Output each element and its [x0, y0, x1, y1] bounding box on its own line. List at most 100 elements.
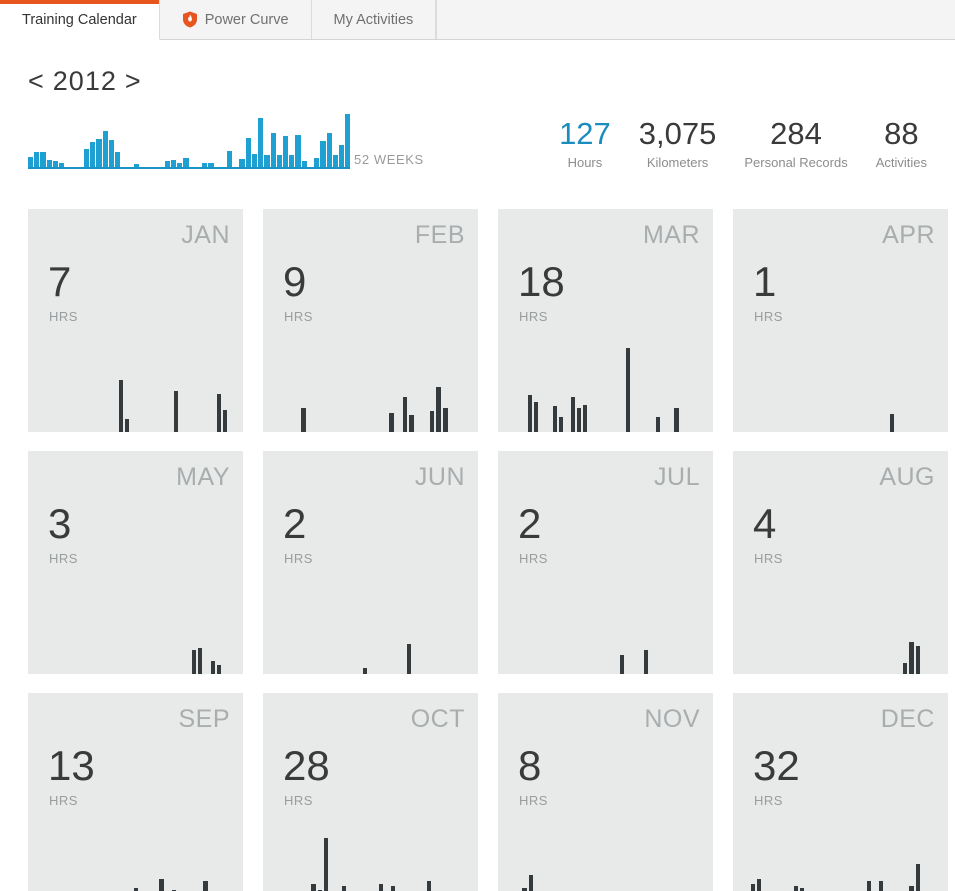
- next-year-button[interactable]: >: [125, 66, 142, 97]
- stat-personal-records: 284 Personal Records: [730, 117, 861, 171]
- month-daily-bar: [528, 395, 533, 432]
- sparkline-bar: [177, 162, 183, 167]
- month-hours-value: 9: [283, 258, 307, 305]
- month-daily-bar: [757, 879, 762, 891]
- month-hours-value: 2: [283, 500, 307, 547]
- month-daily-bar: [643, 650, 649, 674]
- month-hours-value: 32: [753, 742, 800, 789]
- sparkline-bar: [159, 165, 164, 167]
- stat-kilometers: 3,075 Kilometers: [625, 117, 731, 171]
- month-name-label: DEC: [880, 705, 935, 733]
- tab-power-curve[interactable]: Power Curve: [159, 0, 312, 39]
- month-daily-bar: [583, 405, 588, 432]
- month-name-label: FEB: [414, 221, 465, 249]
- month-daily-bar: [378, 883, 383, 891]
- month-card-dec[interactable]: DEC 32 HRS: [733, 693, 948, 891]
- month-daily-bars: [281, 806, 468, 891]
- month-card-jun[interactable]: JUN 2 HRS: [263, 451, 478, 674]
- stat-label: Hours: [567, 155, 603, 170]
- month-card-grid: JAN 7 HRS FEB 9 HRS MAR 18 HRS APR 1 HRS MAY 3 HRS JUN 2…: [28, 209, 948, 891]
- tab-training-calendar[interactable]: Training Calendar: [0, 0, 160, 40]
- month-daily-bar: [119, 380, 124, 432]
- tab-bar-filler: [436, 0, 955, 39]
- month-card-sep[interactable]: SEP 13 HRS: [28, 693, 243, 891]
- previous-year-button[interactable]: <: [28, 66, 45, 97]
- month-card-aug[interactable]: AUG 4 HRS: [733, 451, 948, 674]
- month-daily-bars: [46, 322, 233, 432]
- month-daily-bar: [222, 410, 227, 432]
- sparkline-bar: [289, 154, 295, 167]
- sparkline-bar: [171, 160, 177, 167]
- stat-activities: 88 Activities: [862, 117, 941, 171]
- sparkline-bar: [115, 152, 121, 167]
- month-daily-bars: [281, 564, 468, 674]
- month-daily-bar: [866, 881, 871, 891]
- sparkline-bar: [90, 142, 96, 167]
- month-card-apr[interactable]: APR 1 HRS: [733, 209, 948, 432]
- year-navigation: < 2012 >: [28, 66, 142, 97]
- sparkline-bar: [140, 165, 145, 167]
- month-daily-bar: [436, 386, 441, 432]
- month-daily-bar: [903, 663, 908, 674]
- month-daily-bar: [390, 885, 395, 891]
- sparkline-bars[interactable]: [28, 111, 351, 169]
- month-daily-bar: [570, 397, 575, 432]
- month-daily-bar: [311, 883, 316, 891]
- month-hours-value: 4: [753, 500, 777, 547]
- month-daily-bar: [625, 347, 630, 432]
- stat-label: Kilometers: [646, 155, 709, 170]
- sparkline-bar: [208, 162, 214, 167]
- month-daily-bar: [216, 394, 221, 432]
- sparkline-bar: [46, 160, 52, 167]
- month-card-jan[interactable]: JAN 7 HRS: [28, 209, 243, 432]
- weekly-sparkline-chart: 52 WEEKS: [28, 111, 424, 169]
- sparkline-bar: [133, 163, 139, 167]
- sparkline-bar: [332, 154, 338, 167]
- sparkline-bar: [338, 144, 345, 167]
- sparkline-bar: [34, 152, 40, 167]
- month-card-may[interactable]: MAY 3 HRS: [28, 451, 243, 674]
- month-daily-bar: [674, 408, 679, 432]
- month-daily-bar: [656, 416, 661, 432]
- tab-bar: Training Calendar Power Curve My Activit…: [0, 0, 955, 40]
- month-card-feb[interactable]: FEB 9 HRS: [263, 209, 478, 432]
- month-daily-bar: [915, 645, 920, 674]
- sparkline-bar: [52, 161, 59, 167]
- sparkline-bar: [202, 162, 208, 167]
- sparkline-bar: [227, 151, 233, 167]
- month-hours-value: 13: [48, 742, 95, 789]
- month-daily-bar: [362, 667, 368, 674]
- month-card-nov[interactable]: NOV 8 HRS: [498, 693, 713, 891]
- month-daily-bar: [889, 413, 894, 432]
- month-daily-bar: [558, 416, 563, 432]
- sparkline-bar: [72, 165, 77, 167]
- stats-row: 127 Hours 3,075 Kilometers 284 Personal …: [545, 117, 941, 171]
- month-hours-value: 18: [518, 258, 565, 305]
- month-card-jul[interactable]: JUL 2 HRS: [498, 451, 713, 674]
- sparkline-bar: [239, 159, 245, 167]
- month-hours-value: 8: [518, 742, 542, 789]
- month-hours-value: 2: [518, 500, 542, 547]
- month-daily-bars: [516, 564, 703, 674]
- sparkline-bar: [28, 156, 34, 167]
- month-daily-bar: [878, 881, 884, 891]
- sparkline-bar: [215, 165, 220, 167]
- month-name-label: JAN: [181, 221, 230, 249]
- month-hours-value: 7: [48, 258, 72, 305]
- tab-label: Training Calendar: [22, 11, 137, 28]
- sparkline-bar: [96, 139, 102, 167]
- sparkline-bar: [282, 135, 289, 167]
- month-daily-bar: [409, 414, 414, 432]
- sparkline-bar: [270, 133, 276, 167]
- month-daily-bar: [429, 411, 435, 432]
- sparkline-bar: [108, 140, 115, 167]
- month-daily-bar: [909, 885, 914, 891]
- stat-label: Personal Records: [744, 155, 848, 170]
- month-daily-bar: [192, 650, 197, 674]
- month-daily-bar: [173, 390, 179, 432]
- month-daily-bar: [443, 408, 448, 432]
- month-card-oct[interactable]: OCT 28 HRS: [263, 693, 478, 891]
- month-card-mar[interactable]: MAR 18 HRS: [498, 209, 713, 432]
- tab-my-activities[interactable]: My Activities: [311, 0, 437, 39]
- month-daily-bars: [46, 806, 233, 891]
